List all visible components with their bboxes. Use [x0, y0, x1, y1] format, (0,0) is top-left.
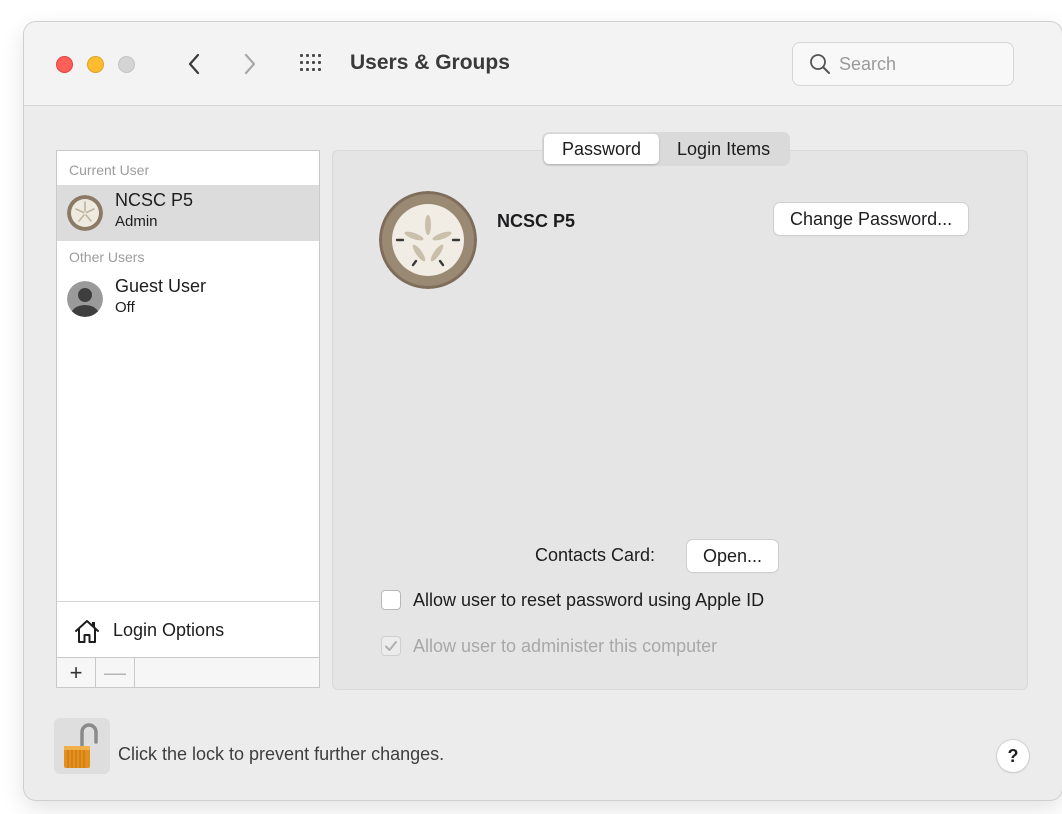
- minimize-window-button[interactable]: [87, 56, 104, 73]
- login-options-label: Login Options: [113, 620, 225, 640]
- user-row-guest-user[interactable]: Guest User Off: [57, 271, 319, 327]
- tab-bar: Password Login Items: [542, 132, 791, 166]
- user-name: Guest User: [115, 276, 207, 296]
- user-role: Admin: [115, 213, 158, 230]
- search-icon: [810, 54, 830, 74]
- users-sidebar: Current User NCSC P5 Admin Other Users G…: [56, 150, 320, 688]
- window-title: Users & Groups: [350, 51, 510, 74]
- title-bar: Users & Groups: [24, 22, 1062, 106]
- user-row-ncsc-p5[interactable]: NCSC P5 Admin: [57, 185, 319, 241]
- allow-reset-label[interactable]: Allow user to reset password using Apple…: [413, 590, 764, 611]
- sand-dollar-icon[interactable]: [379, 191, 477, 289]
- open-contacts-button[interactable]: Open...: [687, 540, 779, 572]
- search-field[interactable]: [792, 42, 1014, 86]
- padlock-open-icon[interactable]: [54, 718, 110, 774]
- other-users-heading: Other Users: [69, 249, 145, 265]
- tab-password[interactable]: Password: [544, 134, 660, 164]
- allow-reset-checkbox[interactable]: [381, 590, 401, 610]
- lock-status-text: Click the lock to prevent further change…: [118, 744, 445, 764]
- login-options-item[interactable]: Login Options: [57, 601, 319, 657]
- help-button[interactable]: ?: [997, 740, 1029, 772]
- forward-button[interactable]: [236, 50, 264, 78]
- checkmark-icon: [385, 641, 397, 651]
- user-name: NCSC P5: [115, 190, 194, 210]
- allow-admin-label: Allow user to administer this computer: [413, 636, 718, 656]
- search-input[interactable]: [839, 51, 999, 77]
- change-password-button[interactable]: Change Password...: [774, 203, 969, 235]
- sand-dollar-icon: [67, 195, 103, 231]
- back-button[interactable]: [180, 50, 208, 78]
- chevron-right-icon: [244, 53, 256, 75]
- selected-user-name: NCSC P5: [497, 211, 576, 231]
- user-detail-panel: NCSC P5 Change Password... Contacts Card…: [332, 150, 1028, 690]
- current-user-heading: Current User: [69, 162, 150, 178]
- close-window-button[interactable]: [56, 56, 73, 73]
- contacts-card-label: Contacts Card:: [535, 545, 656, 565]
- add-user-button[interactable]: +: [57, 658, 96, 687]
- zoom-window-button[interactable]: [118, 56, 135, 73]
- user-status: Off: [115, 299, 135, 316]
- person-silhouette-icon: [67, 281, 103, 317]
- allow-admin-checkbox: [381, 636, 401, 656]
- preferences-window: Users & Groups Current User NCSC P5 Admi…: [24, 22, 1062, 800]
- remove-user-button[interactable]: —: [96, 658, 135, 687]
- sidebar-button-bar: + —: [57, 657, 319, 687]
- chevron-left-icon: [188, 53, 200, 75]
- home-icon: [75, 620, 99, 643]
- grid-icon[interactable]: [300, 54, 322, 74]
- tab-login-items[interactable]: Login Items: [659, 134, 788, 164]
